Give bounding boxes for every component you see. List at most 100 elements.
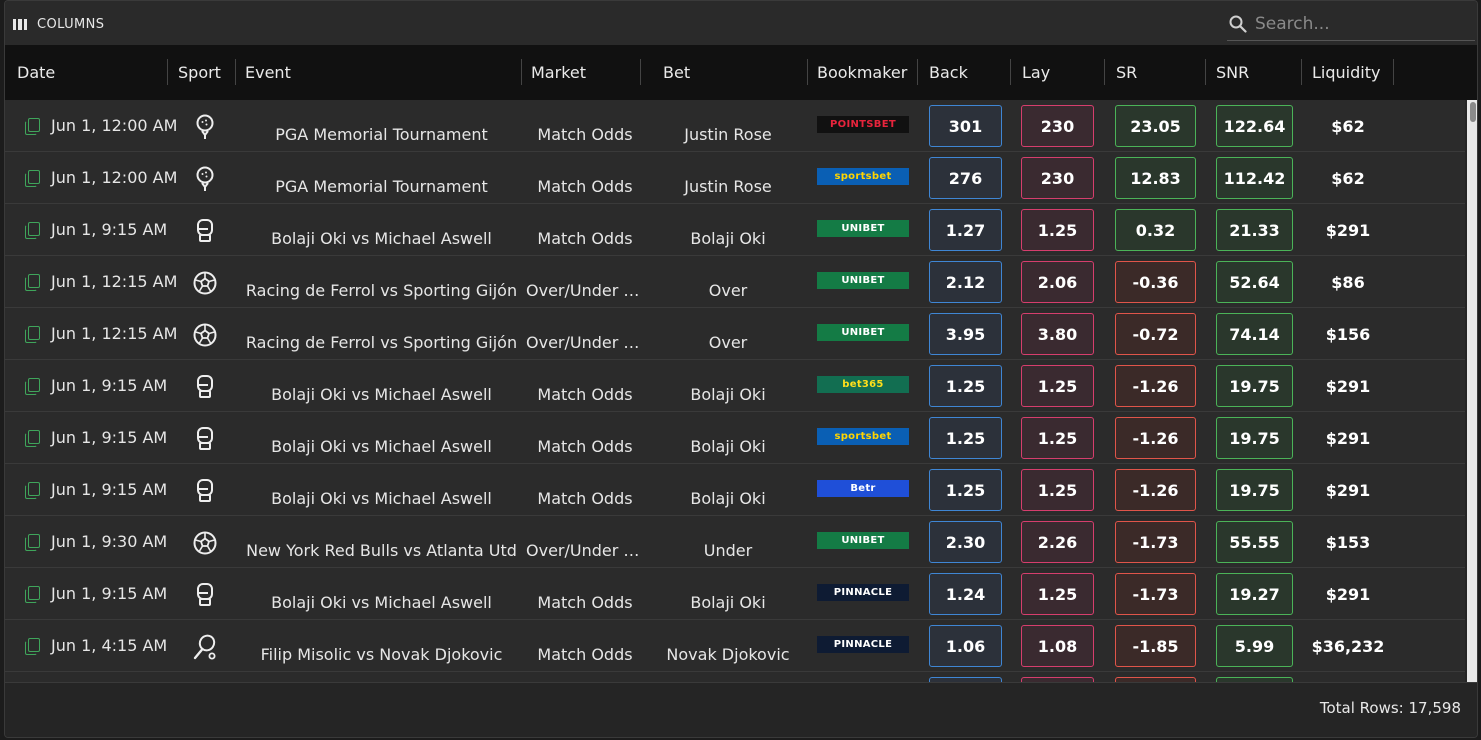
table-row[interactable]: Jun 1, 12:15 AM Racing de Ferrol vs Sport… [5, 308, 1465, 360]
table-row[interactable]: Jun 1, 12:00 AM PGA Memorial Tournament Ma… [5, 100, 1465, 152]
vertical-scrollbar[interactable] [1467, 100, 1477, 682]
liquidity-cell: $291 [1325, 585, 1371, 604]
bookmaker-cell: sportsbet [817, 412, 909, 464]
header-back[interactable]: Back [929, 45, 968, 100]
column-resizer[interactable] [235, 59, 236, 85]
table-row[interactable]: Jun 1, 9:30 AM New York Red Bulls vs Atla… [5, 516, 1465, 568]
column-resizer[interactable] [1205, 59, 1206, 85]
column-resizer[interactable] [521, 59, 522, 85]
liquidity-cell: $156 [1325, 325, 1371, 344]
sr-value: -1.26 [1115, 469, 1196, 511]
date-text: Jun 1, 9:15 AM [51, 428, 168, 447]
market-cell: Match Odds [537, 593, 633, 612]
columns-label: COLUMNS [37, 16, 105, 32]
column-resizer[interactable] [917, 59, 918, 85]
header-event[interactable]: Event [245, 45, 291, 100]
lay-odds-button[interactable]: 230 [1021, 105, 1094, 147]
table-row[interactable]: Jun 1, 12:00 AM PGA Memorial Tournament Ma… [5, 152, 1465, 204]
bookmaker-logo-unibet[interactable]: UNIBET [817, 324, 909, 341]
copy-icon[interactable] [25, 274, 40, 291]
copy-icon[interactable] [25, 222, 40, 239]
table-row[interactable] [5, 672, 1465, 682]
bookmaker-logo-sportsbet[interactable]: sportsbet [817, 428, 909, 445]
back-odds-button[interactable]: 2.30 [929, 521, 1002, 563]
header-bet[interactable]: Bet [663, 45, 690, 100]
bookmaker-logo-betr[interactable]: Betr [817, 480, 909, 497]
event-cell: PGA Memorial Tournament [275, 177, 488, 196]
bookmaker-logo-bet365[interactable]: bet365 [817, 376, 909, 393]
table-row[interactable]: Jun 1, 9:15 AM Bolaji Oki vs Michael Aswe… [5, 204, 1465, 256]
bookmaker-logo-pinnacle[interactable]: PINNACLE [817, 584, 909, 601]
copy-icon[interactable] [25, 534, 40, 551]
bet-cell: Justin Rose [684, 177, 772, 196]
header-sr[interactable]: SR [1116, 45, 1137, 100]
back-odds-button[interactable]: 3.95 [929, 313, 1002, 355]
back-odds-button[interactable]: 1.06 [929, 625, 1002, 667]
back-odds-button[interactable]: 1.25 [929, 469, 1002, 511]
copy-icon[interactable] [25, 586, 40, 603]
back-odds-button[interactable]: 1.24 [929, 573, 1002, 615]
header-date[interactable]: Date [17, 45, 55, 100]
back-odds-button[interactable]: 2.12 [929, 261, 1002, 303]
table-row[interactable]: Jun 1, 9:15 AM Bolaji Oki vs Michael Aswe… [5, 464, 1465, 516]
lay-odds-button[interactable]: 230 [1021, 157, 1094, 199]
bookmaker-logo-pointsbet[interactable]: POINTSBET [817, 116, 909, 133]
date-text: Jun 1, 9:15 AM [51, 220, 168, 239]
header-liquidity[interactable]: Liquidity [1312, 45, 1380, 100]
scrollbar-thumb[interactable] [1470, 102, 1476, 122]
copy-icon[interactable] [25, 118, 40, 135]
header-lay[interactable]: Lay [1022, 45, 1050, 100]
table-row[interactable]: Jun 1, 12:15 AM Racing de Ferrol vs Sport… [5, 256, 1465, 308]
lay-odds-button[interactable]: 1.25 [1021, 209, 1094, 251]
column-resizer[interactable] [1104, 59, 1105, 85]
lay-odds-button[interactable]: 1.25 [1021, 573, 1094, 615]
copy-icon[interactable] [25, 170, 40, 187]
boxing-glove-icon [187, 464, 223, 516]
copy-icon[interactable] [25, 378, 40, 395]
bet-cell: Justin Rose [684, 125, 772, 144]
copy-icon[interactable] [25, 430, 40, 447]
table-row[interactable]: Jun 1, 4:15 AM Filip Misolic vs Novak Djo… [5, 620, 1465, 672]
header-snr[interactable]: SNR [1216, 45, 1249, 100]
column-resizer[interactable] [1010, 59, 1011, 85]
date-text: Jun 1, 9:15 AM [51, 376, 168, 395]
back-odds-button[interactable]: 1.25 [929, 417, 1002, 459]
market-cell: Match Odds [537, 125, 633, 144]
search-input[interactable] [1255, 13, 1475, 34]
lay-odds-button[interactable]: 2.06 [1021, 261, 1094, 303]
column-resizer[interactable] [167, 59, 168, 85]
header-market[interactable]: Market [531, 45, 586, 100]
table-row[interactable]: Jun 1, 9:15 AM Bolaji Oki vs Michael Aswe… [5, 568, 1465, 620]
columns-button[interactable]: COLUMNS [13, 15, 104, 33]
copy-icon[interactable] [25, 638, 40, 655]
bookmaker-logo-unibet[interactable]: UNIBET [817, 220, 909, 237]
lay-odds-button[interactable]: 3.80 [1021, 313, 1094, 355]
bookmaker-logo-unibet[interactable]: UNIBET [817, 532, 909, 549]
grid-toolbar: COLUMNS [5, 1, 1477, 45]
header-sport[interactable]: Sport [178, 45, 221, 100]
total-rows: Total Rows: 17,598 [1319, 699, 1461, 717]
back-odds-button[interactable]: 301 [929, 105, 1002, 147]
column-resizer[interactable] [1393, 59, 1394, 85]
back-odds-button[interactable]: 276 [929, 157, 1002, 199]
back-odds-button[interactable]: 1.25 [929, 365, 1002, 407]
table-row[interactable]: Jun 1, 9:15 AM Bolaji Oki vs Michael Aswe… [5, 412, 1465, 464]
search-box[interactable] [1227, 7, 1475, 41]
table-row[interactable]: Jun 1, 9:15 AM Bolaji Oki vs Michael Aswe… [5, 360, 1465, 412]
lay-odds-button[interactable]: 1.25 [1021, 365, 1094, 407]
lay-odds-button[interactable]: 1.25 [1021, 469, 1094, 511]
column-resizer[interactable] [807, 59, 808, 85]
header-bookmaker[interactable]: Bookmaker [817, 45, 907, 100]
back-odds-button[interactable]: 1.27 [929, 209, 1002, 251]
column-resizer[interactable] [1301, 59, 1302, 85]
boxing-glove-icon [187, 412, 223, 464]
lay-odds-button[interactable]: 2.26 [1021, 521, 1094, 563]
bookmaker-logo-sportsbet[interactable]: sportsbet [817, 168, 909, 185]
column-resizer[interactable] [640, 59, 641, 85]
lay-odds-button[interactable]: 1.25 [1021, 417, 1094, 459]
bookmaker-logo-unibet[interactable]: UNIBET [817, 272, 909, 289]
copy-icon[interactable] [25, 482, 40, 499]
lay-odds-button[interactable]: 1.08 [1021, 625, 1094, 667]
copy-icon[interactable] [25, 326, 40, 343]
bookmaker-logo-pinnacle[interactable]: PINNACLE [817, 636, 909, 653]
